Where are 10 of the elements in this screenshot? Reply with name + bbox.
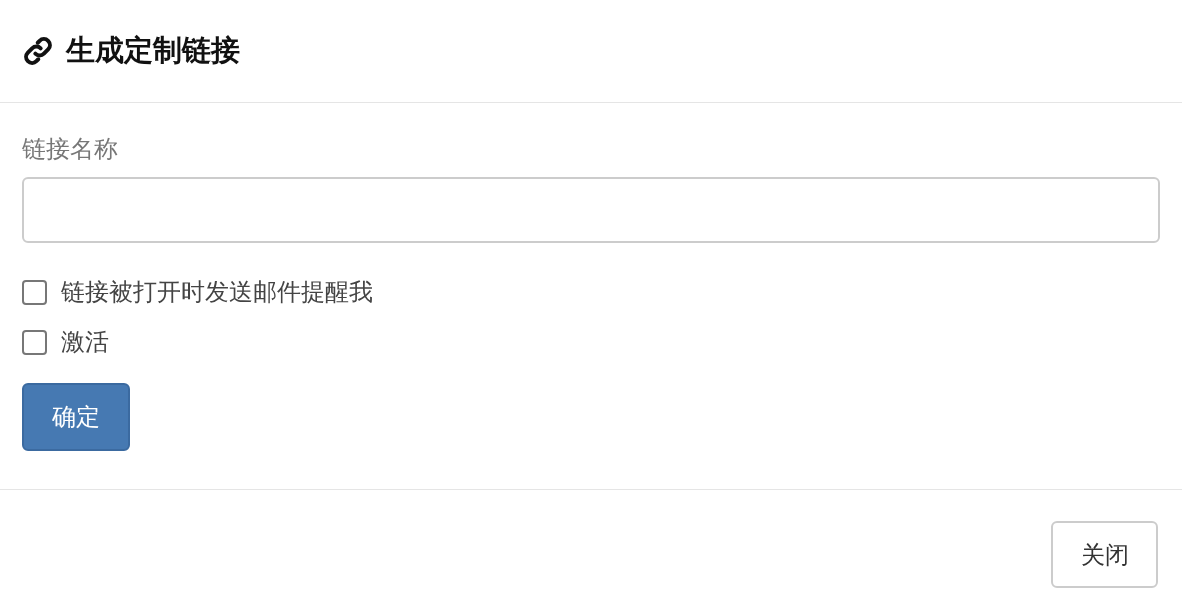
checkbox-label: 链接被打开时发送邮件提醒我	[61, 277, 373, 307]
link-icon	[22, 35, 54, 67]
field-label: 链接名称	[22, 137, 118, 161]
close-button[interactable]: 关闭	[1051, 521, 1158, 588]
checkbox-label: 激活	[61, 327, 109, 357]
dialog-title: 生成定制链接	[66, 33, 240, 69]
checkbox[interactable]	[22, 279, 47, 305]
checkbox[interactable]	[22, 329, 47, 355]
confirm-button[interactable]: 确定	[22, 383, 130, 451]
input-field[interactable]	[22, 177, 1160, 243]
